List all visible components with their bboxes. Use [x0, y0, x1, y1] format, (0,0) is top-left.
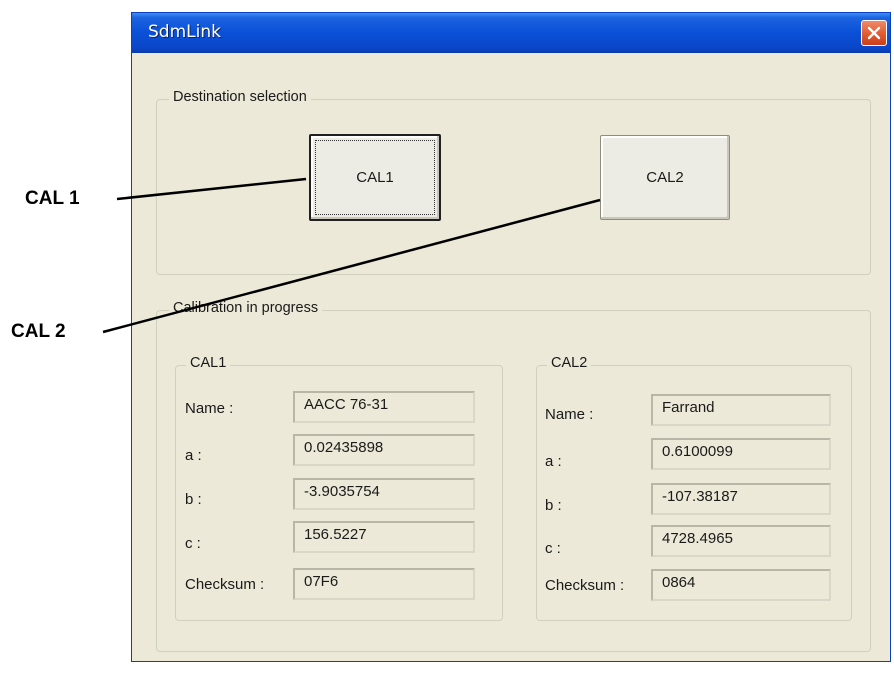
cal1-b-field[interactable]: -3.9035754	[293, 478, 475, 510]
cal1-button[interactable]: CAL1	[309, 134, 441, 221]
calibration-in-progress-group: Calibration in progress CAL1 Name : AACC…	[156, 300, 871, 652]
cal1-a-field[interactable]: 0.02435898	[293, 434, 475, 466]
cal1-checksum-label: Checksum :	[185, 576, 265, 593]
calibration-in-progress-label: Calibration in progress	[169, 300, 323, 316]
cal1-checksum-field[interactable]: 07F6	[293, 568, 475, 600]
window-title: SdmLink	[148, 22, 221, 42]
cal2-button[interactable]: CAL2	[600, 135, 730, 220]
cal2-b-label: b :	[545, 497, 562, 514]
cal1-c-label: c :	[185, 535, 201, 552]
cal2-a-field[interactable]: 0.6100099	[651, 438, 831, 470]
cal2-checksum-field[interactable]: 0864	[651, 569, 831, 601]
cal2-a-label: a :	[545, 453, 562, 470]
title-bar[interactable]: SdmLink	[132, 13, 890, 53]
cal2-checksum-label: Checksum :	[545, 577, 625, 594]
cal1-a-label: a :	[185, 447, 202, 464]
cal2-c-field[interactable]: 4728.4965	[651, 525, 831, 557]
cal1-annotation: CAL 1	[25, 188, 80, 209]
cal2-annotation: CAL 2	[11, 321, 66, 342]
close-icon	[867, 26, 881, 40]
destination-selection-group: Destination selection CAL1 CAL2	[156, 89, 871, 275]
window-body: Destination selection CAL1 CAL2 Calibrat…	[136, 53, 886, 657]
close-button[interactable]	[861, 20, 887, 46]
focus-ring	[315, 140, 435, 215]
cal1-name-label: Name :	[185, 400, 234, 417]
cal1-b-label: b :	[185, 491, 202, 508]
cal2-group: CAL2 Name : Farrand a : 0.6100099 b : -1…	[536, 355, 852, 621]
cal2-group-label: CAL2	[547, 355, 592, 371]
cal2-b-field[interactable]: -107.38187	[651, 483, 831, 515]
cal2-name-label: Name :	[545, 406, 594, 423]
destination-selection-label: Destination selection	[169, 89, 311, 105]
cal2-c-label: c :	[545, 540, 561, 557]
cal1-name-field[interactable]: AACC 76-31	[293, 391, 475, 423]
cal2-button-label: CAL2	[646, 169, 684, 186]
cal1-group-label: CAL1	[186, 355, 231, 371]
cal1-c-field[interactable]: 156.5227	[293, 521, 475, 553]
cal1-group: CAL1 Name : AACC 76-31 a : 0.02435898 b …	[175, 355, 503, 621]
sdmlink-window: SdmLink Destination selection CAL1 CAL2 …	[131, 12, 891, 662]
cal2-name-field[interactable]: Farrand	[651, 394, 831, 426]
